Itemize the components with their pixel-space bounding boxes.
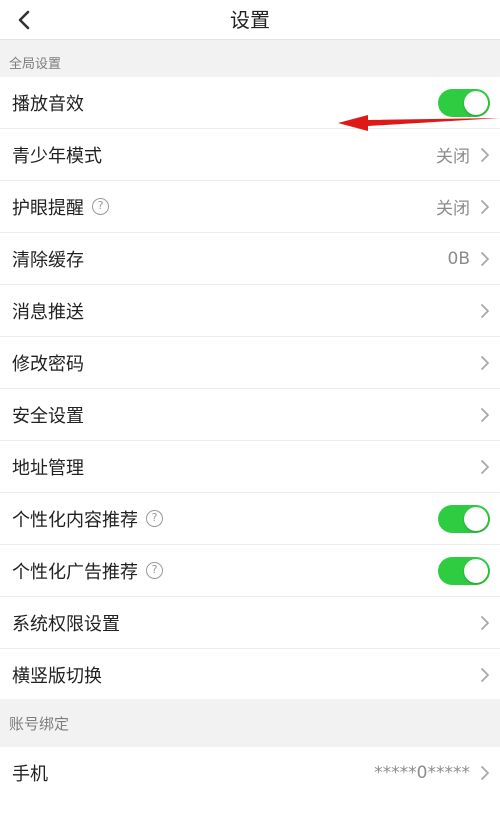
chevron-right-icon: [481, 668, 489, 682]
chevron-right-icon: [481, 459, 489, 474]
chevron-right-icon: [481, 407, 489, 422]
setting-row-clear-cache[interactable]: 清除缓存 0B: [0, 233, 500, 285]
row-label-text: 个性化内容推荐: [12, 509, 138, 531]
chevron-right-icon: [481, 615, 489, 630]
settings-group-account: 手机 *****0*****: [0, 747, 500, 818]
top-bar: 设置: [0, 0, 500, 40]
row-value: 关闭: [436, 199, 470, 219]
personalized-content-toggle[interactable]: [438, 504, 490, 533]
row-label: 系统权限设置: [12, 613, 120, 635]
setting-row-permissions[interactable]: 系统权限设置: [0, 597, 500, 649]
toggle-knob: [464, 506, 488, 531]
setting-row-eye-care[interactable]: 护眼提醒 ? 关闭: [0, 181, 500, 233]
chevron-right-icon: [481, 303, 489, 318]
row-label-text: 护眼提醒: [12, 197, 84, 219]
chevron-right-icon: [481, 766, 489, 780]
settings-group-global: 播放音效 青少年模式 关闭 护眼提醒 ? 关闭 清除缓存 0B 消息推送 修改密…: [0, 77, 500, 699]
row-label-text: 个性化广告推荐: [12, 561, 138, 583]
annotation-arrow-icon: [338, 115, 500, 131]
row-label: 青少年模式: [12, 145, 102, 167]
setting-row-teen-mode[interactable]: 青少年模式 关闭: [0, 129, 500, 181]
question-circle-icon[interactable]: ?: [146, 562, 163, 579]
setting-row-personalized-ads[interactable]: 个性化广告推荐 ?: [0, 545, 500, 597]
setting-row-address[interactable]: 地址管理: [0, 441, 500, 493]
row-label: 清除缓存: [12, 249, 84, 271]
row-label: 播放音效: [12, 93, 84, 115]
setting-row-security[interactable]: 安全设置: [0, 389, 500, 441]
row-value: *****0*****: [374, 763, 470, 783]
question-circle-icon[interactable]: ?: [92, 198, 109, 215]
page-title: 设置: [230, 8, 270, 32]
personalized-ads-toggle[interactable]: [438, 556, 490, 585]
row-label: 横竖版切换: [12, 666, 102, 687]
toggle-knob: [464, 558, 488, 583]
chevron-right-icon: [481, 251, 489, 266]
question-circle-icon[interactable]: ?: [146, 510, 163, 527]
section-header-account: 账号绑定: [0, 699, 500, 747]
row-label: 手机: [12, 764, 48, 785]
row-label: 消息推送: [12, 301, 84, 323]
setting-row-orientation[interactable]: 横竖版切换: [0, 649, 500, 701]
row-label: 护眼提醒 ?: [12, 194, 109, 220]
chevron-right-icon: [481, 355, 489, 370]
row-label: 个性化广告推荐 ?: [12, 558, 163, 584]
row-label: 修改密码: [12, 353, 84, 375]
chevron-right-icon: [481, 147, 489, 162]
row-label: 地址管理: [12, 457, 84, 479]
row-label: 个性化内容推荐 ?: [12, 506, 163, 532]
row-value: 关闭: [436, 147, 470, 167]
setting-row-password[interactable]: 修改密码: [0, 337, 500, 389]
section-header-global: 全局设置: [0, 53, 500, 77]
setting-row-push[interactable]: 消息推送: [0, 285, 500, 337]
setting-row-personalized-content[interactable]: 个性化内容推荐 ?: [0, 493, 500, 545]
arrow-shape: [338, 115, 500, 131]
row-label: 安全设置: [12, 405, 84, 427]
chevron-right-icon: [481, 199, 489, 214]
setting-row-phone[interactable]: 手机 *****0*****: [0, 747, 500, 799]
row-value: 0B: [447, 248, 470, 269]
